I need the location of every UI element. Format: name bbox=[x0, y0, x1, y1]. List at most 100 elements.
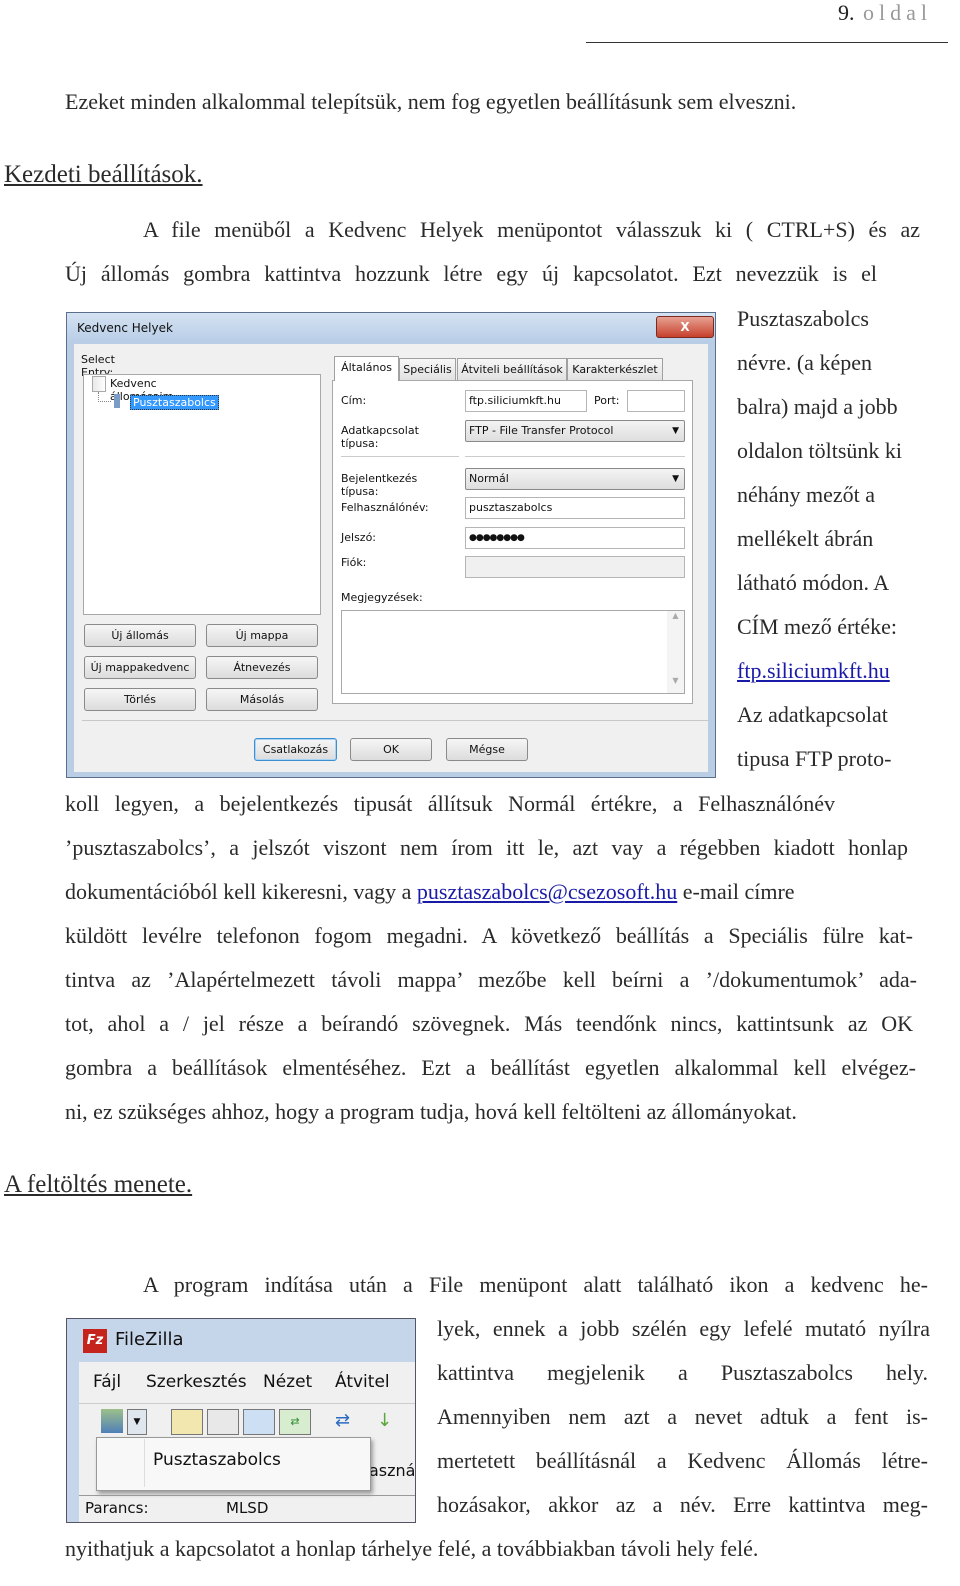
username-input[interactable]: pusztaszabolcs bbox=[465, 497, 685, 519]
paragraph-line: dokumentációból kell kikeresni, vagy a p… bbox=[65, 870, 795, 914]
paragraph-line: nyithatjuk a kapcsolatot a honlap tárhel… bbox=[65, 1536, 759, 1561]
tree-connector bbox=[98, 392, 111, 402]
status-label: Parancs: bbox=[85, 1499, 149, 1517]
paragraph-line: koll legyen, a bejelentkezés tipusát áll… bbox=[65, 791, 835, 816]
tab-general[interactable]: Általános bbox=[334, 356, 399, 381]
dialog-title: Kedvenc Helyek bbox=[77, 321, 173, 335]
menu-view[interactable]: Nézet bbox=[263, 1372, 312, 1392]
site-tree[interactable] bbox=[83, 374, 321, 615]
paragraph-line: küldött levélre telefonon fogom megadni.… bbox=[65, 923, 913, 948]
separator bbox=[79, 1495, 415, 1496]
side-line: mertetett beállításnál a Kedvenc Állomás… bbox=[437, 1448, 928, 1473]
scroll-down-icon[interactable]: ▼ bbox=[667, 676, 684, 685]
menu-gutter bbox=[144, 1439, 145, 1487]
dialog-title-bar: Kedvenc Helyek X bbox=[67, 313, 715, 343]
folder-icon bbox=[92, 376, 106, 392]
password-input[interactable]: ●●●●●●●● bbox=[465, 527, 685, 549]
side-line: kattintva megjelenik a Pusztaszabolcs he… bbox=[437, 1360, 928, 1385]
page-word: oldal bbox=[863, 0, 932, 25]
side-line: Pusztaszabolcs bbox=[737, 306, 869, 331]
side-line: mellékelt ábrán bbox=[737, 526, 874, 551]
new-site-button[interactable]: Új állomás bbox=[84, 624, 196, 647]
separator bbox=[465, 456, 685, 457]
filezilla-screenshot: Fz FileZilla Fájl Szerkesztés Nézet Átvi… bbox=[66, 1318, 416, 1523]
port-label: Port: bbox=[594, 394, 620, 407]
port-input[interactable] bbox=[627, 390, 685, 412]
text: e-mail címre bbox=[677, 879, 795, 904]
chevron-down-icon: ▼ bbox=[672, 426, 679, 436]
site-manager-icon[interactable] bbox=[101, 1409, 123, 1433]
menu-file[interactable]: Fájl bbox=[93, 1372, 121, 1392]
comments-scrollbar[interactable]: ▲ ▼ bbox=[667, 611, 684, 693]
new-folder-button[interactable]: Új mappa bbox=[206, 624, 318, 647]
logon-type-select[interactable]: Normál ▼ bbox=[465, 468, 685, 490]
side-line: oldalon töltsünk ki bbox=[737, 438, 902, 463]
paragraph-line: Új állomás gombra kattintva hozzunk létr… bbox=[65, 261, 877, 286]
side-line: balra) majd a jobb bbox=[737, 394, 898, 419]
comments-label: Megjegyzések: bbox=[341, 591, 423, 604]
password-label: Jelszó: bbox=[341, 531, 377, 544]
refresh-icon[interactable]: ⇄ bbox=[335, 1409, 361, 1433]
logon-type-value: Normál bbox=[469, 472, 509, 485]
side-line: Amennyiben nem azt a nevet adtuk a fent … bbox=[437, 1404, 928, 1429]
document-page: 9. oldal Ezeket minden alkalommal telepí… bbox=[0, 0, 960, 1586]
host-label: Cím: bbox=[341, 394, 367, 407]
cancel-button[interactable]: Mégse bbox=[446, 738, 528, 761]
paragraph-line: gombra a beállítások elmentéséhez. Ezt a… bbox=[65, 1055, 916, 1080]
side-line: tipusa FTP proto- bbox=[737, 746, 892, 771]
protocol-select[interactable]: FTP - File Transfer Protocol ▼ bbox=[465, 420, 685, 442]
tab-charset[interactable]: Karakterkészlet bbox=[567, 358, 663, 380]
intro-paragraph: Ezeket minden alkalommal telepítsük, nem… bbox=[65, 89, 797, 114]
process-queue-icon[interactable]: ↓ bbox=[377, 1409, 397, 1433]
connect-button[interactable]: Csatlakozás bbox=[254, 738, 337, 761]
paragraph-line: ni, ez szükséges ahhoz, hogy a program t… bbox=[65, 1099, 797, 1124]
server-icon bbox=[114, 394, 120, 408]
tree-toggle-icon[interactable] bbox=[207, 1409, 239, 1435]
separator bbox=[82, 720, 708, 721]
side-line: CÍM mező értéke: bbox=[737, 614, 898, 639]
remote-tree-icon[interactable] bbox=[243, 1409, 275, 1435]
page-number: 9. bbox=[838, 0, 855, 25]
scroll-up-icon[interactable]: ▲ bbox=[667, 611, 684, 620]
side-line: lyek, ennek a jobb szélén egy lefelé mut… bbox=[437, 1316, 930, 1341]
menu-transfer[interactable]: Átvitel bbox=[335, 1372, 390, 1392]
side-line: látható módon. A bbox=[737, 570, 890, 595]
protocol-label: Adatkapcsolat típusa: bbox=[341, 424, 419, 450]
email-link[interactable]: pusztaszabolcs@csezosoft.hu bbox=[417, 879, 677, 904]
queue-toggle-icon[interactable]: ⇄ bbox=[279, 1409, 311, 1435]
separator bbox=[341, 456, 459, 457]
paragraph-line: ’pusztaszabolcs’, a jelszót viszont nem … bbox=[65, 835, 908, 860]
text: dokumentációból kell kikeresni, vagy a bbox=[65, 879, 417, 904]
side-line: néhány mezőt a bbox=[737, 482, 876, 507]
side-line: hozásakor, akkor az a név. Erre kattintv… bbox=[437, 1492, 928, 1517]
protocol-value: FTP - File Transfer Protocol bbox=[469, 424, 614, 437]
new-bookmark-button[interactable]: Új mappakedvenc bbox=[84, 656, 196, 679]
section-heading-upload-process: A feltöltés menete. bbox=[4, 1171, 193, 1198]
log-toggle-icon[interactable] bbox=[171, 1409, 203, 1435]
paragraph-line: A file menüből a Kedvenc Helyek menüpont… bbox=[143, 217, 920, 242]
tree-site-selected[interactable]: Pusztaszabolcs bbox=[130, 395, 219, 410]
status-value: MLSD bbox=[226, 1499, 269, 1517]
comments-textarea[interactable] bbox=[341, 610, 685, 694]
menu-edit[interactable]: Szerkesztés bbox=[146, 1372, 247, 1392]
host-input[interactable]: ftp.siliciumkft.hu bbox=[465, 390, 587, 412]
account-input[interactable] bbox=[465, 556, 685, 578]
delete-button[interactable]: Törlés bbox=[84, 688, 196, 711]
section-heading-initial-settings: Kezdeti beállítások. bbox=[4, 161, 203, 188]
chevron-down-icon: ▼ bbox=[672, 474, 679, 484]
paragraph-line: tot, ahol a / jel része a beírandó szöve… bbox=[65, 1011, 913, 1036]
dropdown-item-pusztaszabolcs[interactable]: Pusztaszabolcs bbox=[153, 1450, 281, 1470]
tab-advanced[interactable]: Speciális bbox=[399, 358, 456, 380]
close-icon[interactable]: X bbox=[656, 316, 714, 338]
ftp-host-link[interactable]: ftp.siliciumkft.hu bbox=[737, 649, 890, 693]
ok-button[interactable]: OK bbox=[350, 738, 432, 761]
side-line: Az adatkapcsolat bbox=[737, 702, 888, 727]
paragraph-line: tintva az ’Alapértelmezett távoli mappa’… bbox=[65, 967, 917, 992]
tab-transfer-settings[interactable]: Átviteli beállítások bbox=[457, 358, 567, 380]
chevron-down-icon[interactable]: ▼ bbox=[127, 1409, 147, 1435]
account-label: Fiók: bbox=[341, 556, 367, 569]
rename-button[interactable]: Átnevezés bbox=[206, 656, 318, 679]
username-label: Felhasználónév: bbox=[341, 501, 429, 514]
side-line: névre. (a képen bbox=[737, 350, 872, 375]
copy-button[interactable]: Másolás bbox=[206, 688, 318, 711]
